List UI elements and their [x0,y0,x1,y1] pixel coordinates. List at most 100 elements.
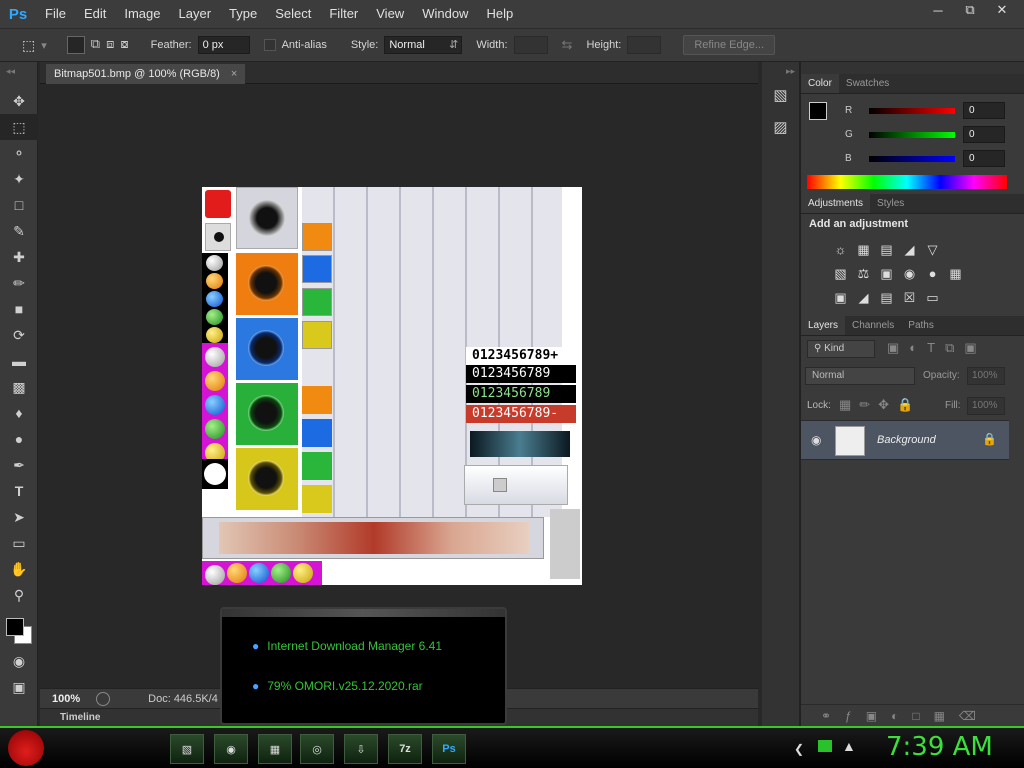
shape-tool-icon[interactable]: ▭ [0,530,38,556]
brightness-icon[interactable]: ☼ [831,242,850,258]
move-tool-icon[interactable]: ✥ [0,88,38,114]
swap-arrows-icon[interactable]: ⇆ [562,37,573,53]
menu-filter[interactable]: Filter [320,0,367,28]
exposure-icon[interactable]: ◢ [900,242,919,258]
network-icon[interactable] [818,740,832,752]
tools-collapse-icon[interactable]: ◂◂ [0,62,37,88]
minimize-icon[interactable]: ─ [922,0,954,20]
width-input[interactable] [513,36,548,54]
tab-styles[interactable]: Styles [870,194,911,213]
lock-icons[interactable]: ▦✏✥🔒 [839,397,921,413]
menu-type[interactable]: Type [220,0,266,28]
layer-name[interactable]: Background [877,434,936,446]
levels-icon[interactable]: ▦ [854,242,873,258]
filter-icons[interactable]: ▣◐T⧉▣ [887,340,987,356]
tab-adjustments[interactable]: Adjustments [801,194,871,213]
hand-tool-icon[interactable]: ✋ [0,556,38,582]
quick-mask-icon[interactable]: ◉ [0,648,38,674]
quick-select-tool-icon[interactable]: ✦ [0,166,38,192]
brush-tool-icon[interactable]: ✏ [0,270,38,296]
eraser-tool-icon[interactable]: ▬ [0,348,38,374]
height-input[interactable] [627,36,662,54]
r-slider[interactable] [869,107,955,114]
marquee-preset-icon[interactable]: ⬚ [22,37,35,54]
7zip-icon[interactable]: 7z [388,734,422,764]
gradient-tool-icon[interactable]: ▩ [0,374,38,400]
g-value[interactable]: 0 [963,126,1005,143]
posterize-icon[interactable]: ◢ [854,290,873,306]
refine-edge-button[interactable]: Refine Edge... [683,35,776,55]
gradient-map-icon[interactable]: ▭ [923,290,942,306]
add-selection-icon[interactable]: ⧉ [91,36,100,54]
tray-arrow-icon[interactable]: ❮ [794,742,804,756]
black-white-icon[interactable]: ▣ [877,266,896,282]
layer-filter-select[interactable]: ⚲ Kind [807,340,875,358]
menu-view[interactable]: View [367,0,413,28]
idm-line-2[interactable]: 79% OMORI.v25.12.2020.rar [267,679,422,693]
screen-mode-icon[interactable]: ▣ [0,674,38,700]
feather-input[interactable]: 0 px [197,36,250,54]
channel-mixer-icon[interactable]: ● [923,266,942,282]
foreground-color-swatch[interactable] [6,618,24,636]
intersect-selection-icon[interactable]: ⧇ [120,36,128,54]
fg-color-chip[interactable] [809,102,827,120]
status-menu-icon[interactable] [96,691,111,706]
subtract-selection-icon[interactable]: ⧈ [106,36,114,54]
history-brush-icon[interactable]: ⟳ [0,322,38,348]
chrome-icon[interactable]: ◉ [214,734,248,764]
eyedropper-tool-icon[interactable]: ✎ [0,218,38,244]
doc-info[interactable]: Doc: 446.5K/4 [148,693,218,705]
threshold-icon[interactable]: ▤ [877,290,896,306]
photo-filter-icon[interactable]: ◉ [900,266,919,282]
zoom-level[interactable]: 100% [52,693,80,705]
color-lookup-icon[interactable]: ▦ [946,266,965,282]
selective-color-icon[interactable]: ☒ [900,290,919,306]
tab-close-icon[interactable]: × [231,68,237,80]
blur-tool-icon[interactable]: ♦ [0,400,38,426]
paint-icon[interactable]: ◎ [300,734,334,764]
tab-swatches[interactable]: Swatches [839,74,896,93]
menu-layer[interactable]: Layer [170,0,221,28]
idm-taskbar-icon[interactable]: ⇩ [344,734,378,764]
path-select-icon[interactable]: ➤ [0,504,38,530]
notes-icon[interactable]: ▦ [258,734,292,764]
b-slider[interactable] [869,155,955,162]
explorer-icon[interactable]: ▧ [170,734,204,764]
menu-window[interactable]: Window [413,0,477,28]
tab-paths[interactable]: Paths [901,316,941,335]
lasso-tool-icon[interactable]: ⚬ [0,140,38,166]
menu-select[interactable]: Select [266,0,320,28]
menu-file[interactable]: File [36,0,75,28]
g-slider[interactable] [869,131,955,138]
document-image[interactable]: 0123456789+ 0123456789 0123456789 012345… [202,187,582,585]
vibrance-icon[interactable]: ▽ [923,242,942,258]
color-balance-icon[interactable]: ⚖ [854,266,873,282]
visibility-eye-icon[interactable]: ◉ [811,433,821,447]
tab-channels[interactable]: Channels [845,316,901,335]
menu-edit[interactable]: Edit [75,0,115,28]
cube-icon[interactable]: ▨ [762,118,799,146]
crop-tool-icon[interactable]: □ [0,192,38,218]
hue-saturation-icon[interactable]: ▧ [831,266,850,282]
photoshop-taskbar-icon[interactable]: Ps [432,734,466,764]
volume-icon[interactable]: ▲ [842,738,856,754]
menu-image[interactable]: Image [115,0,169,28]
new-selection-icon[interactable] [66,36,85,54]
clock[interactable]: 7:39 AM [886,732,993,762]
b-value[interactable]: 0 [963,150,1005,167]
layers-footer-icons[interactable]: ⚭ƒ▣◐□▦⌫ [801,704,1024,726]
tab-color[interactable]: Color [801,74,839,93]
curves-icon[interactable]: ▤ [877,242,896,258]
blend-mode-select[interactable]: Normal [805,367,915,385]
menu-help[interactable]: Help [477,0,522,28]
history-icon[interactable]: ▧ [762,86,799,114]
zoom-tool-icon[interactable]: ⚲ [0,582,38,608]
invert-icon[interactable]: ▣ [831,290,850,306]
opacity-value[interactable]: 100% [967,367,1005,385]
marquee-tool-icon[interactable]: ⬚ [0,114,38,140]
idm-notification[interactable]: ● Internet Download Manager 6.41 ● 79% OMO… [220,607,507,725]
dodge-tool-icon[interactable]: ● [0,426,38,452]
dock-collapse-icon[interactable]: ▸▸ [762,62,799,82]
type-tool-icon[interactable]: T [0,478,38,504]
antialias-checkbox[interactable] [263,39,276,51]
